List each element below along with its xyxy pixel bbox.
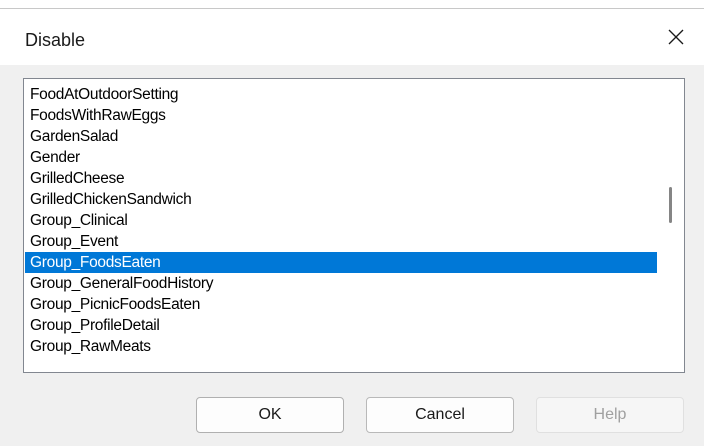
cancel-button[interactable]: Cancel — [366, 397, 514, 433]
disable-dialog: Disable FoodAtOutdoorSetting FoodsWithRaw… — [0, 0, 704, 446]
scrollbar-thumb[interactable] — [669, 187, 672, 223]
variable-list: FoodAtOutdoorSetting FoodsWithRawEggs Gard… — [25, 84, 657, 357]
list-item[interactable]: GrilledChickenSandwich — [25, 189, 657, 210]
list-item[interactable]: Group_PicnicFoodsEaten — [25, 294, 657, 315]
dialog-title: Disable — [25, 30, 86, 50]
close-button[interactable] — [648, 9, 704, 65]
list-item[interactable]: Group_Event — [25, 231, 657, 252]
ok-button[interactable]: OK — [196, 397, 344, 433]
window-top-edge — [0, 0, 704, 9]
list-item[interactable]: Group_GeneralFoodHistory — [25, 273, 657, 294]
list-item[interactable]: Group_FoodsEaten — [25, 252, 657, 273]
list-item[interactable]: Group_RawMeats — [25, 336, 657, 357]
list-item[interactable]: Gender — [25, 147, 657, 168]
list-item[interactable]: Group_Clinical — [25, 210, 657, 231]
close-icon — [668, 29, 684, 45]
list-item[interactable]: GrilledCheese — [25, 168, 657, 189]
help-button: Help — [536, 397, 684, 433]
title-bar: Disable — [0, 9, 704, 65]
list-item[interactable]: FoodAtOutdoorSetting — [25, 84, 657, 105]
vertical-scrollbar[interactable] — [658, 79, 684, 372]
list-item[interactable]: FoodsWithRawEggs — [25, 105, 657, 126]
list-item[interactable]: GardenSalad — [25, 126, 657, 147]
variable-listbox[interactable]: FoodAtOutdoorSetting FoodsWithRawEggs Gard… — [23, 78, 685, 373]
list-item[interactable]: Group_ProfileDetail — [25, 315, 657, 336]
